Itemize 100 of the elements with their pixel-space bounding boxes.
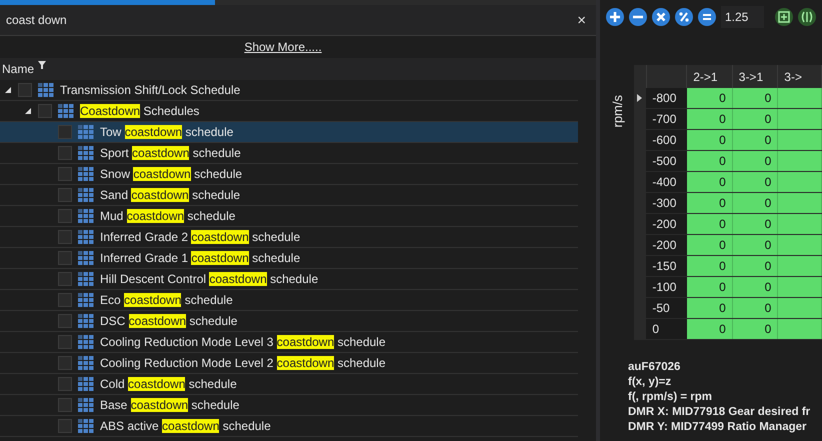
table-cell[interactable]: 0	[686, 172, 732, 192]
checkbox[interactable]	[58, 293, 72, 307]
search-value: coast down	[6, 13, 67, 27]
tree-item-label: Cooling Reduction Mode Level 3 coastdown schedule	[100, 335, 386, 349]
grid-icon	[78, 146, 94, 160]
checkbox[interactable]	[58, 167, 72, 181]
filter-icon[interactable]	[38, 61, 46, 69]
table-cell[interactable]: 0	[732, 88, 778, 108]
checkbox[interactable]	[58, 209, 72, 223]
grid-icon	[38, 83, 54, 97]
equals-button[interactable]	[698, 8, 716, 26]
row-header: -600	[646, 130, 687, 150]
checkbox[interactable]	[58, 272, 72, 286]
checkbox[interactable]	[18, 83, 32, 97]
tree-item[interactable]: Sand coastdown schedule	[0, 185, 578, 206]
row-header: 0	[646, 318, 687, 340]
table-cell[interactable]	[778, 192, 822, 214]
table-cell[interactable]: 0	[732, 234, 778, 256]
checkbox[interactable]	[58, 125, 72, 139]
row-header: -500	[646, 150, 687, 172]
grid-icon	[78, 335, 94, 349]
show-more-link[interactable]: Show More.....	[244, 40, 322, 54]
table-cell[interactable]	[778, 214, 822, 234]
checkbox[interactable]	[58, 251, 72, 265]
table-cell[interactable]	[778, 150, 822, 172]
checkbox[interactable]	[58, 314, 72, 328]
table-cell[interactable]: 0	[686, 298, 732, 318]
multiply-button[interactable]	[652, 8, 670, 26]
tree-item-label: Inferred Grade 2 coastdown schedule	[100, 230, 300, 244]
table-cell[interactable]: 0	[686, 88, 732, 108]
checkbox[interactable]	[58, 398, 72, 412]
checkbox[interactable]	[58, 146, 72, 160]
grid-icon	[78, 272, 94, 286]
table-cell[interactable]: 0	[732, 298, 778, 318]
search-field[interactable]: coast down ×	[0, 5, 596, 36]
percent-button[interactable]	[675, 8, 693, 26]
table-cell[interactable]: 0	[686, 276, 732, 298]
tree-item[interactable]: ABS active coastdown schedule	[0, 416, 578, 437]
tree-item[interactable]: Transmission Shift/Lock Schedule	[0, 80, 578, 101]
tree-item[interactable]: Inferred Grade 2 coastdown schedule	[0, 227, 578, 248]
checkbox[interactable]	[58, 377, 72, 391]
expanded-triangle-icon[interactable]	[4, 86, 12, 94]
table-cell[interactable]: 0	[686, 256, 732, 276]
table-cell[interactable]: 0	[686, 192, 732, 214]
tree-item[interactable]: Cooling Reduction Mode Level 3 coastdown schedule	[0, 332, 578, 353]
tree-item[interactable]: Snow coastdown schedule	[0, 164, 578, 185]
plus-square-icon[interactable]	[775, 8, 793, 26]
tree-item[interactable]: Tow coastdown schedule	[0, 122, 578, 143]
table-cell[interactable]	[778, 234, 822, 256]
add-button[interactable]	[606, 8, 624, 26]
table-cell[interactable]	[778, 88, 822, 108]
table-cell[interactable]	[778, 276, 822, 298]
tree-item[interactable]: Eco coastdown schedule	[0, 290, 578, 311]
table-cell[interactable]: 0	[686, 130, 732, 150]
bracket-icon[interactable]	[798, 8, 816, 26]
checkbox[interactable]	[58, 335, 72, 349]
table-cell[interactable]: 0	[686, 318, 732, 340]
table-cell[interactable]: 0	[732, 130, 778, 150]
table-cell[interactable]: 0	[732, 214, 778, 234]
table-cell[interactable]	[778, 172, 822, 192]
grid-icon	[78, 251, 94, 265]
tree-item[interactable]: Sport coastdown schedule	[0, 143, 578, 164]
grid-icon	[78, 314, 94, 328]
checkbox[interactable]	[58, 188, 72, 202]
tree-item[interactable]: Cooling Reduction Mode Level 2 coastdown schedule	[0, 353, 578, 374]
value-field[interactable]: 1.25	[721, 6, 764, 28]
tree-item-label: Coastdown Schedules	[80, 104, 200, 118]
table-cell[interactable]: 0	[732, 318, 778, 340]
tree-item[interactable]: Hill Descent Control coastdown schedule	[0, 269, 578, 290]
table-cell[interactable]	[778, 318, 822, 340]
table-cell[interactable]	[778, 108, 822, 130]
grid-icon	[78, 377, 94, 391]
subtract-button[interactable]	[629, 8, 647, 26]
tree-item-label: DSC coastdown schedule	[100, 314, 238, 328]
table-cell[interactable]	[778, 130, 822, 150]
tree-item[interactable]: Base coastdown schedule	[0, 395, 578, 416]
table-cell[interactable]: 0	[732, 150, 778, 172]
clear-button[interactable]: ×	[573, 12, 590, 28]
table-cell[interactable]: 0	[732, 108, 778, 130]
tree-item[interactable]: Mud coastdown schedule	[0, 206, 578, 227]
checkbox[interactable]	[58, 230, 72, 244]
table-cell[interactable]: 0	[686, 150, 732, 172]
table-cell[interactable]: 0	[686, 234, 732, 256]
checkbox[interactable]	[38, 104, 52, 118]
table-cell[interactable]: 0	[732, 276, 778, 298]
column-header[interactable]: Name	[2, 62, 34, 76]
table-cell[interactable]	[778, 298, 822, 318]
table-cell[interactable]: 0	[686, 108, 732, 130]
tree-item[interactable]: Cold coastdown schedule	[0, 374, 578, 395]
table-cell[interactable]: 0	[732, 192, 778, 214]
tree-item[interactable]: Inferred Grade 1 coastdown schedule	[0, 248, 578, 269]
table-cell[interactable]: 0	[732, 172, 778, 192]
table-cell[interactable]: 0	[686, 214, 732, 234]
checkbox[interactable]	[58, 356, 72, 370]
expanded-triangle-icon[interactable]	[24, 107, 32, 115]
checkbox[interactable]	[58, 419, 72, 433]
grid-icon	[78, 230, 94, 244]
tree-item[interactable]: DSC coastdown schedule	[0, 311, 578, 332]
table-cell[interactable]: 0	[732, 256, 778, 276]
table-cell[interactable]	[778, 256, 822, 276]
